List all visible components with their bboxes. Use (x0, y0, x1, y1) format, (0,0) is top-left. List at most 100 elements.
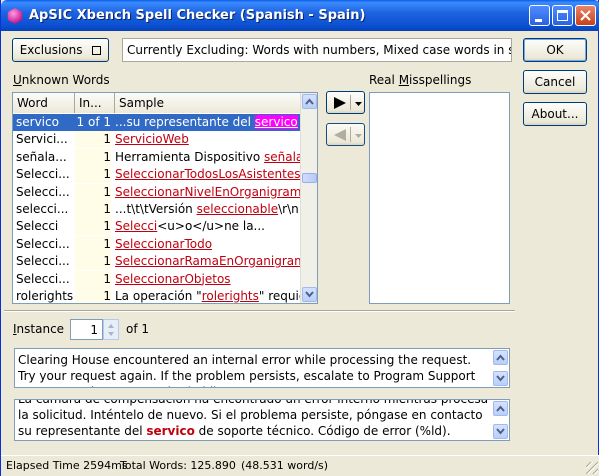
row-sample: Selecci<u>o</u>ne la... (115, 218, 301, 235)
sample-prefix: ...t\t\tVersión (115, 202, 197, 216)
row-word: señala... (16, 149, 67, 164)
column-header-word[interactable]: Word (13, 93, 75, 113)
source-scroll-up-button[interactable] (493, 350, 508, 365)
table-row[interactable]: Selecci... 1 SeleccionarNivelEnOrganigrama (13, 183, 301, 201)
sample-word: Selecci (115, 219, 158, 234)
row-word: Selecci... (16, 184, 70, 199)
row-count: 1 (75, 270, 111, 288)
instance-of-count: of 1 (126, 322, 150, 336)
real-misspellings-list[interactable] (369, 92, 510, 304)
target-scrollbar[interactable] (492, 400, 509, 440)
spell-checker-window: ApSIC Xbench Spell Checker (Spanish - Sp… (0, 0, 599, 476)
sample-word: SeleccionarRamaEnOrganigrama (115, 254, 301, 269)
status-rate: (48.531 word/s) (241, 459, 329, 472)
target-line-2: su representante del servico de soporte … (18, 424, 451, 438)
real-misspellings-label: Real Misspellings (369, 73, 472, 87)
row-count: 1 (75, 166, 111, 184)
row-count: 1 (75, 131, 111, 149)
sample-word: rolerights (201, 289, 259, 303)
row-count: 1 (75, 218, 111, 236)
minimize-icon (535, 19, 542, 22)
instance-input[interactable]: 1 (70, 319, 103, 340)
row-sample: SeleccionarObjetos (115, 271, 301, 288)
scroll-up-button[interactable] (302, 94, 317, 109)
add-to-misspellings-button[interactable] (326, 91, 365, 114)
source-text-box[interactable]: Clearing House encountered an internal e… (14, 348, 510, 388)
table-row[interactable]: Selecci... 1 SeleccionarObjetos (13, 270, 301, 288)
table-row[interactable]: selecci... 1 ...t\t\tVersión seleccionable… (13, 201, 301, 218)
arrow-up-icon (496, 405, 505, 412)
unknown-words-label: Unknown Words (13, 73, 110, 87)
row-word: selecci... (16, 202, 69, 216)
instance-label: Instance (13, 322, 65, 336)
source-text: Clearing House encountered an internal e… (18, 353, 476, 387)
close-button[interactable] (575, 5, 596, 26)
row-count: 1 (75, 235, 111, 253)
target-line-1: la solicitud. Inténtelo de nuevo. Si el … (18, 408, 487, 422)
sample-suffix: " requier (258, 289, 301, 303)
table-row[interactable]: Selecci... 1 SeleccionarTodosLosAsistentes… (13, 166, 301, 184)
resize-grip-icon[interactable] (586, 462, 598, 474)
row-sample: SeleccionarTodosLosAsistentesE (115, 166, 301, 183)
table-row[interactable]: servico 1 of 1 ...su representante del ser… (13, 114, 301, 131)
window-title: ApSIC Xbench Spell Checker (Spanish - Sp… (29, 8, 366, 23)
row-sample: SeleccionarNivelEnOrganigrama (115, 184, 301, 201)
ok-button[interactable]: OK (523, 38, 587, 62)
source-scrollbar[interactable] (492, 349, 509, 387)
row-word: Selecci... (16, 271, 70, 286)
instance-stepper[interactable] (103, 319, 119, 340)
dropdown-arrow-icon (355, 102, 362, 106)
row-sample: SeleccionarTodo (115, 236, 301, 253)
stepper-down-icon (108, 332, 114, 336)
arrow-up-icon (305, 98, 314, 105)
table-row[interactable]: rolerights 1 La operación "rolerights" req… (13, 288, 301, 303)
table-row[interactable]: Servici... 1 ServicioWeb (13, 131, 301, 149)
play-right-icon (334, 97, 346, 109)
row-sample: ...t\t\tVersión seleccionable\r\n... (115, 201, 301, 218)
scroll-down-button[interactable] (302, 287, 317, 302)
target-text-box[interactable]: La cámara de compensación ha encontrado … (14, 399, 510, 441)
table-row[interactable]: Selecci... 1 SeleccionarTodo (13, 235, 301, 253)
table-row[interactable]: Selecci 1 Selecci<u>o</u>ne la... (13, 218, 301, 236)
title-bar[interactable]: ApSIC Xbench Spell Checker (Spanish - Sp… (1, 0, 599, 31)
table-row[interactable]: Selecci... 1 SeleccionarRamaEnOrganigrama (13, 253, 301, 271)
row-count: 1 (75, 253, 111, 271)
row-sample: Herramienta Dispositivo señalado (115, 149, 301, 166)
grid-scrollbar[interactable] (300, 93, 317, 303)
stepper-up-icon (108, 324, 114, 328)
row-word: rolerights (16, 289, 74, 303)
row-word: Selecci... (16, 254, 70, 269)
row-sample: SeleccionarRamaEnOrganigrama (115, 253, 301, 270)
row-word: Selecci... (16, 167, 70, 182)
exclusions-button[interactable]: Exclusions (12, 38, 109, 62)
scroll-thumb[interactable] (302, 173, 317, 183)
misspelled-word: servico (146, 424, 195, 438)
about-button[interactable]: About... (523, 102, 587, 126)
row-sample: ...su representante del servico d (115, 114, 301, 131)
sample-suffix: \r\n... (278, 202, 301, 216)
unknown-words-list[interactable]: Word In... Sample servico 1 of 1 ...su rep… (12, 92, 318, 304)
column-header-instances[interactable]: In... (75, 93, 115, 113)
target-scroll-down-button[interactable] (493, 424, 508, 439)
exclusions-field: Currently Excluding: Words with numbers,… (122, 38, 512, 62)
cancel-button[interactable]: Cancel (523, 70, 587, 94)
sample-prefix: ...su representante del (115, 115, 255, 129)
separator (4, 310, 515, 312)
play-left-icon (334, 129, 346, 141)
app-icon (7, 8, 23, 24)
instance-value: 1 (90, 323, 98, 337)
row-count: 1 (75, 288, 111, 303)
row-sample: La operación "rolerights" requier (115, 288, 301, 303)
row-word: servico (16, 115, 59, 129)
source-scroll-down-button[interactable] (493, 371, 508, 386)
table-row[interactable]: señala...1Herramienta Dispositivo señala… (13, 148, 301, 166)
target-scroll-up-button[interactable] (493, 401, 508, 416)
row-word: Servici... (16, 132, 68, 147)
row-word: Selecci (16, 219, 59, 234)
remove-from-misspellings-button[interactable] (326, 123, 365, 146)
status-total-words: Total Words: 125.890 (120, 459, 236, 472)
maximize-button[interactable] (552, 5, 573, 26)
arrow-down-icon (496, 375, 505, 382)
minimize-button[interactable] (529, 5, 550, 26)
column-header-sample[interactable]: Sample (115, 93, 301, 113)
